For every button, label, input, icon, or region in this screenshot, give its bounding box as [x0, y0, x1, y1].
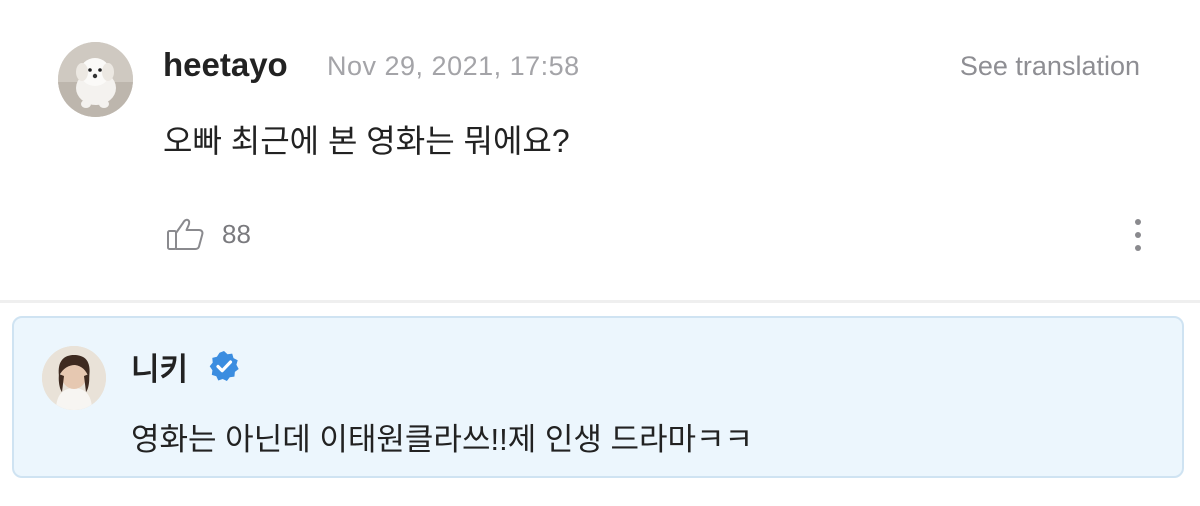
post-timestamp: Nov 29, 2021, 17:58	[327, 51, 580, 81]
post: heetayo Nov 29, 2021, 17:58 See translat…	[0, 0, 1200, 300]
thumbs-up-icon[interactable]	[166, 216, 206, 252]
more-vertical-icon[interactable]	[1124, 214, 1152, 256]
like-count: 88	[222, 219, 251, 249]
artist-reply: 니키 영화는 아닌데 이태원클라쓰!!제 인생 드라마ㅋㅋ	[12, 316, 1184, 478]
artist-avatar[interactable]	[42, 346, 106, 410]
user-avatar[interactable]	[58, 42, 133, 117]
see-translation-link[interactable]: See translation	[960, 51, 1140, 82]
post-text: 오빠 최근에 본 영화는 뭐에요?	[163, 123, 570, 159]
username[interactable]: heetayo	[163, 46, 288, 84]
verified-badge-icon	[207, 349, 241, 383]
artist-name[interactable]: 니키	[131, 344, 188, 389]
divider	[0, 300, 1200, 303]
reply-text: 영화는 아닌데 이태원클라쓰!!제 인생 드라마ㅋㅋ	[131, 422, 754, 457]
